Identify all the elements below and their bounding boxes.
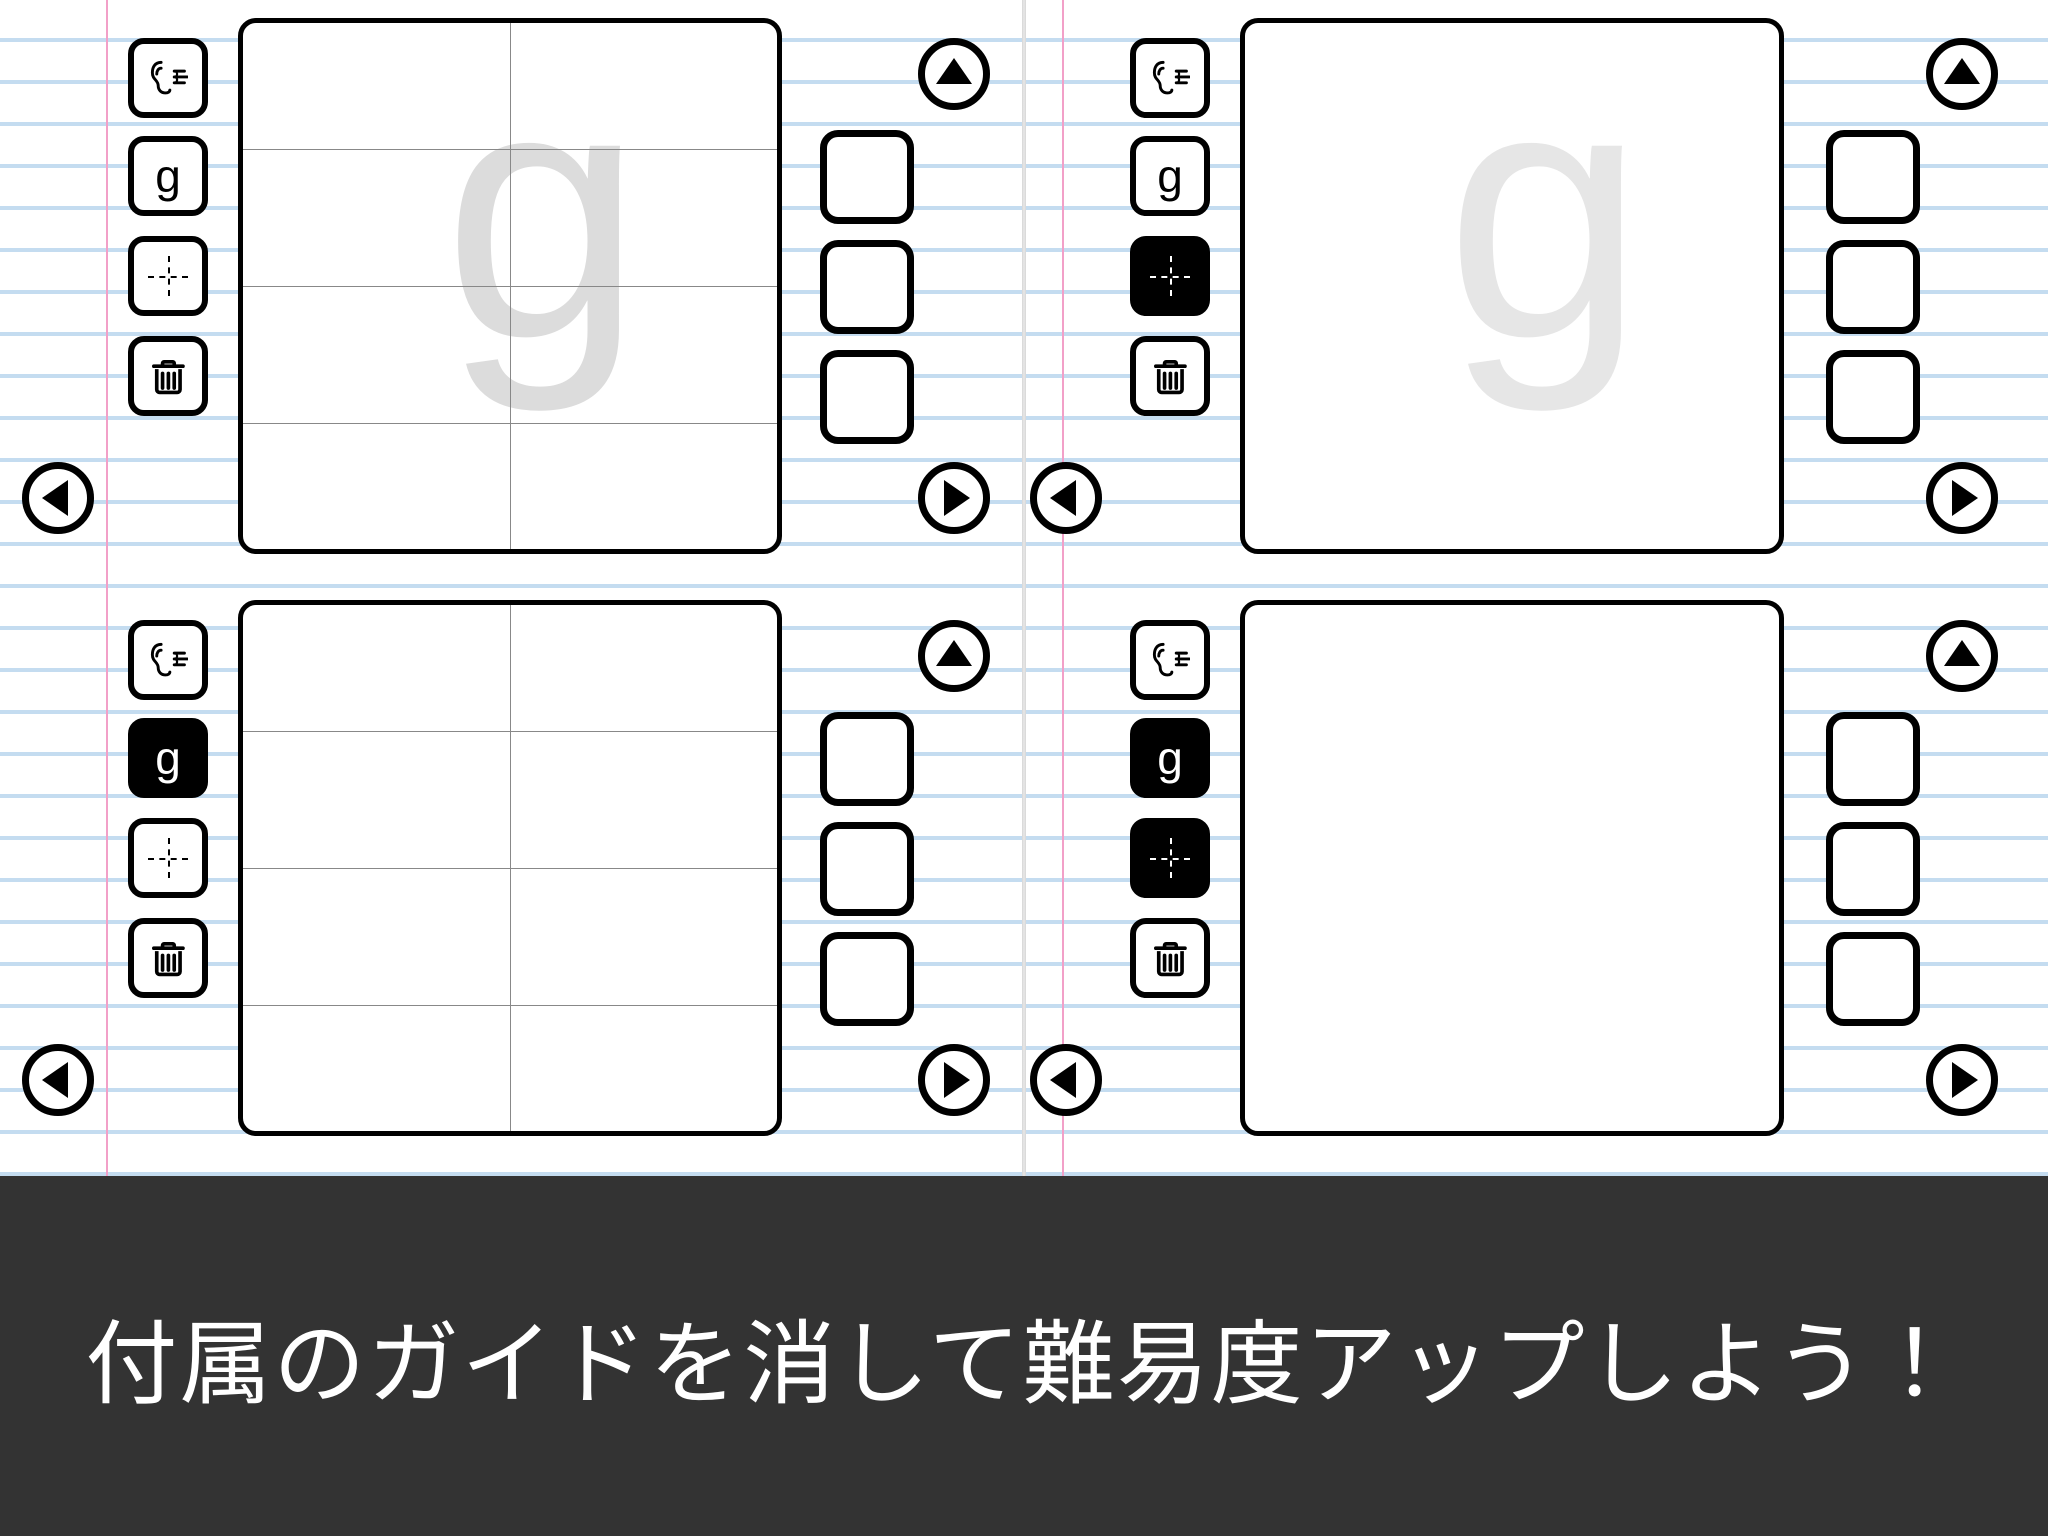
- ghost-letter: g: [1445, 18, 1645, 419]
- grid-toggle-button[interactable]: [128, 236, 208, 316]
- panel-top-right: g g: [1024, 0, 2048, 582]
- nav-prev-button[interactable]: [22, 462, 94, 534]
- nav-next-button[interactable]: [918, 1044, 990, 1116]
- grid-toggle-button[interactable]: [1130, 236, 1210, 316]
- letter-hint-label: g: [1157, 731, 1183, 785]
- panel-bottom-right: g: [1024, 582, 2048, 1164]
- slot-button-2[interactable]: [1826, 240, 1920, 334]
- slot-button-3[interactable]: [820, 350, 914, 444]
- letter-hint-label: g: [155, 731, 181, 785]
- nav-up-button[interactable]: [1926, 620, 1998, 692]
- clear-button[interactable]: [128, 918, 208, 998]
- chevron-left-icon: [1050, 480, 1076, 516]
- chevron-right-icon: [944, 1062, 970, 1098]
- chevron-up-icon: [936, 640, 972, 666]
- listen-button[interactable]: [128, 620, 208, 700]
- panel-bottom-left: g: [0, 582, 1024, 1164]
- clear-button[interactable]: [1130, 336, 1210, 416]
- grid-toggle-button[interactable]: [128, 818, 208, 898]
- nav-next-button[interactable]: [1926, 1044, 1998, 1116]
- nav-prev-button[interactable]: [22, 1044, 94, 1116]
- chevron-right-icon: [1952, 480, 1978, 516]
- grid-icon: [1150, 838, 1190, 878]
- nav-next-button[interactable]: [918, 462, 990, 534]
- chevron-up-icon: [936, 58, 972, 84]
- chevron-right-icon: [1952, 1062, 1978, 1098]
- letter-hint-button[interactable]: g: [1130, 136, 1210, 216]
- practice-canvas[interactable]: [238, 600, 782, 1136]
- slot-button-2[interactable]: [1826, 822, 1920, 916]
- ghost-letter: g: [443, 18, 643, 419]
- slot-button-2[interactable]: [820, 240, 914, 334]
- clear-button[interactable]: [1130, 918, 1210, 998]
- grid-toggle-button[interactable]: [1130, 818, 1210, 898]
- letter-hint-label: g: [1157, 149, 1183, 203]
- practice-canvas[interactable]: g: [1240, 18, 1784, 554]
- slot-button-1[interactable]: [1826, 712, 1920, 806]
- nav-up-button[interactable]: [918, 620, 990, 692]
- practice-canvas[interactable]: [1240, 600, 1784, 1136]
- listen-button[interactable]: [1130, 620, 1210, 700]
- chevron-left-icon: [1050, 1062, 1076, 1098]
- grid-icon: [148, 838, 188, 878]
- chevron-up-icon: [1944, 58, 1980, 84]
- clear-button[interactable]: [128, 336, 208, 416]
- nav-prev-button[interactable]: [1030, 1044, 1102, 1116]
- letter-hint-button[interactable]: g: [1130, 718, 1210, 798]
- nav-next-button[interactable]: [1926, 462, 1998, 534]
- slot-button-2[interactable]: [820, 822, 914, 916]
- nav-up-button[interactable]: [1926, 38, 1998, 110]
- nav-up-button[interactable]: [918, 38, 990, 110]
- slot-button-3[interactable]: [1826, 350, 1920, 444]
- chevron-right-icon: [944, 480, 970, 516]
- listen-button[interactable]: [1130, 38, 1210, 118]
- listen-button[interactable]: [128, 38, 208, 118]
- caption-text: 付属のガイドを消して難易度アップしよう！: [85, 1290, 1962, 1423]
- chevron-left-icon: [42, 480, 68, 516]
- slot-button-3[interactable]: [820, 932, 914, 1026]
- nav-prev-button[interactable]: [1030, 462, 1102, 534]
- caption-bar: 付属のガイドを消して難易度アップしよう！: [0, 1176, 2048, 1536]
- grid-icon: [1150, 256, 1190, 296]
- guideline-dotted: [510, 23, 511, 549]
- letter-hint-button[interactable]: g: [128, 718, 208, 798]
- chevron-up-icon: [1944, 640, 1980, 666]
- letter-hint-label: g: [155, 149, 181, 203]
- letter-hint-button[interactable]: g: [128, 136, 208, 216]
- chevron-left-icon: [42, 1062, 68, 1098]
- practice-canvas[interactable]: g: [238, 18, 782, 554]
- grid-icon: [148, 256, 188, 296]
- slot-button-3[interactable]: [1826, 932, 1920, 1026]
- slot-button-1[interactable]: [1826, 130, 1920, 224]
- slot-button-1[interactable]: [820, 130, 914, 224]
- slot-button-1[interactable]: [820, 712, 914, 806]
- guideline-dotted: [510, 605, 511, 1131]
